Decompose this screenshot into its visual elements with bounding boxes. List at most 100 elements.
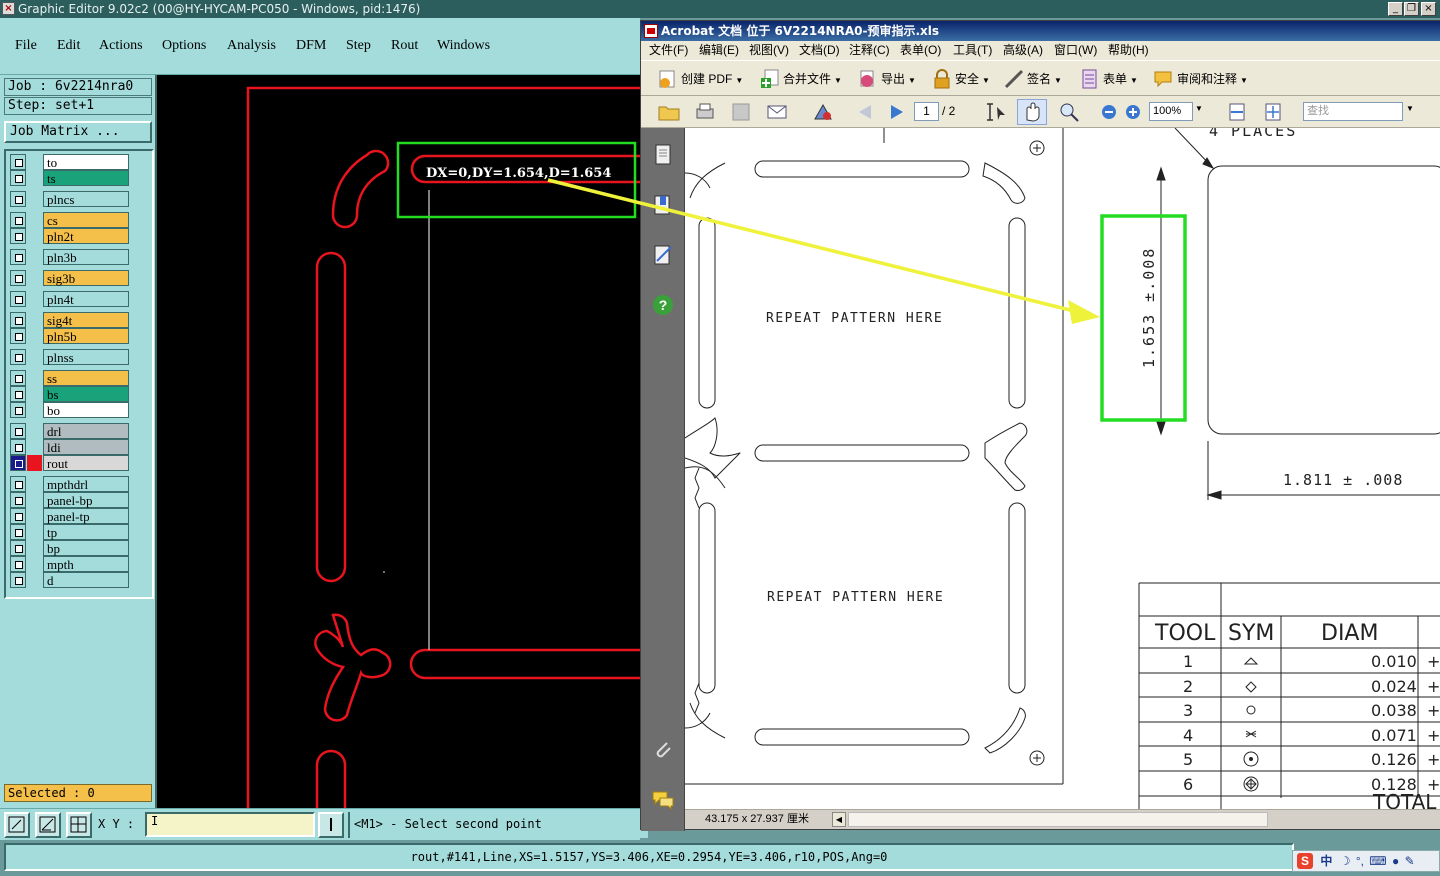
layer-name[interactable]: cs bbox=[43, 212, 129, 228]
layer-row-pln2t[interactable]: pln2t bbox=[10, 228, 134, 244]
zoom-level-input[interactable]: 100% bbox=[1149, 102, 1193, 121]
comments-icon[interactable] bbox=[651, 788, 675, 812]
snap-button[interactable] bbox=[66, 812, 92, 838]
print-icon[interactable] bbox=[693, 101, 717, 123]
color-tool-icon[interactable] bbox=[811, 101, 835, 123]
minimize-icon[interactable]: _ bbox=[1388, 2, 1403, 16]
layer-checkbox[interactable] bbox=[10, 212, 26, 228]
layer-name[interactable]: ldi bbox=[43, 439, 129, 455]
signatures-icon[interactable] bbox=[651, 243, 675, 267]
layer-display-swatch[interactable] bbox=[27, 270, 42, 286]
layer-row-sig3b[interactable]: sig3b bbox=[10, 270, 134, 286]
ime-toolbar[interactable]: S 中 ☽ °, ⌨ ● ✎ bbox=[1292, 850, 1440, 872]
layer-row-ldi[interactable]: ldi bbox=[10, 439, 134, 455]
find-input[interactable]: 查找 bbox=[1303, 102, 1403, 121]
acro-menu-file[interactable]: 文件(F) bbox=[649, 41, 688, 60]
layer-name[interactable]: pln2t bbox=[43, 228, 129, 244]
layer-checkbox[interactable] bbox=[10, 291, 26, 307]
layer-display-swatch[interactable] bbox=[27, 191, 42, 207]
menu-windows[interactable]: Windows bbox=[437, 38, 490, 54]
layer-checkbox[interactable] bbox=[10, 154, 26, 170]
acro-menu-document[interactable]: 文档(D) bbox=[799, 41, 840, 60]
layer-checkbox[interactable] bbox=[10, 455, 26, 471]
layer-checkbox[interactable] bbox=[10, 386, 26, 402]
email-icon[interactable] bbox=[765, 101, 789, 123]
layer-checkbox[interactable] bbox=[10, 402, 26, 418]
acro-menu-tools[interactable]: 工具(T) bbox=[953, 41, 992, 60]
acro-menu-window[interactable]: 窗口(W) bbox=[1054, 41, 1097, 60]
layer-row-ts[interactable]: ts bbox=[10, 170, 134, 186]
page-number-input[interactable]: 1 bbox=[914, 102, 939, 121]
layer-name[interactable]: mpth bbox=[43, 556, 129, 572]
layer-row-pln5b[interactable]: pln5b bbox=[10, 328, 134, 344]
layer-name[interactable]: bs bbox=[43, 386, 129, 402]
menu-dfm[interactable]: DFM bbox=[296, 38, 326, 54]
layer-name[interactable]: rout bbox=[43, 455, 129, 471]
review-comment-button[interactable]: 审阅和注释 ▼ bbox=[1151, 69, 1248, 89]
forms-button[interactable]: 表单 ▼ bbox=[1077, 69, 1138, 89]
pdf-document-view[interactable]: REPEAT PATTERN HERE REPEAT PATTERN HERE … bbox=[685, 128, 1440, 809]
layer-display-swatch[interactable] bbox=[27, 508, 42, 524]
layer-row-d[interactable]: d bbox=[10, 572, 134, 588]
layer-display-swatch[interactable] bbox=[27, 476, 42, 492]
info-button[interactable] bbox=[318, 812, 344, 838]
sign-button[interactable]: 签名 ▼ bbox=[1001, 69, 1062, 89]
layer-display-swatch[interactable] bbox=[27, 349, 42, 365]
layer-display-swatch[interactable] bbox=[27, 540, 42, 556]
acro-menu-view[interactable]: 视图(V) bbox=[749, 41, 789, 60]
layer-row-mpth[interactable]: mpth bbox=[10, 556, 134, 572]
layer-name[interactable]: pln5b bbox=[43, 328, 129, 344]
layer-display-swatch[interactable] bbox=[27, 439, 42, 455]
combine-files-button[interactable]: 合并文件 ▼ bbox=[757, 69, 842, 89]
layer-name[interactable]: panel-tp bbox=[43, 508, 129, 524]
measure-button[interactable] bbox=[35, 812, 61, 838]
acro-menu-comments[interactable]: 注释(C) bbox=[849, 41, 890, 60]
security-button[interactable]: 安全 ▼ bbox=[929, 69, 990, 89]
zoom-fit-button[interactable] bbox=[4, 812, 30, 838]
layer-name[interactable]: plncs bbox=[43, 191, 129, 207]
select-text-icon[interactable] bbox=[985, 101, 1009, 123]
find-dropdown-icon[interactable]: ▼ bbox=[1406, 104, 1414, 113]
create-pdf-button[interactable]: 创建 PDF ▼ bbox=[655, 69, 743, 89]
layer-display-swatch[interactable] bbox=[27, 423, 42, 439]
layer-checkbox[interactable] bbox=[10, 312, 26, 328]
layer-display-swatch[interactable] bbox=[27, 170, 42, 186]
layer-row-bo[interactable]: bo bbox=[10, 402, 134, 418]
layer-name[interactable]: d bbox=[43, 572, 129, 588]
layer-name[interactable]: pln4t bbox=[43, 291, 129, 307]
bookmarks-icon[interactable] bbox=[651, 193, 675, 217]
next-page-icon[interactable] bbox=[885, 101, 909, 123]
layer-display-swatch[interactable] bbox=[27, 228, 42, 244]
layer-row-tp[interactable]: tp bbox=[10, 524, 134, 540]
layer-checkbox[interactable] bbox=[10, 492, 26, 508]
menu-rout[interactable]: Rout bbox=[391, 38, 418, 54]
ime-mode-label[interactable]: 中 bbox=[1320, 854, 1332, 868]
layer-checkbox[interactable] bbox=[10, 439, 26, 455]
layer-row-pln3b[interactable]: pln3b bbox=[10, 249, 134, 265]
layer-row-ss[interactable]: ss bbox=[10, 370, 134, 386]
menu-file[interactable]: File bbox=[15, 38, 37, 54]
layer-row-cs[interactable]: cs bbox=[10, 212, 134, 228]
previous-page-icon[interactable] bbox=[853, 101, 877, 123]
layer-row-panel-tp[interactable]: panel-tp bbox=[10, 508, 134, 524]
layer-checkbox[interactable] bbox=[10, 170, 26, 186]
menu-options[interactable]: Options bbox=[162, 38, 206, 54]
layer-display-swatch[interactable] bbox=[27, 455, 42, 471]
layer-row-plnss[interactable]: plnss bbox=[10, 349, 134, 365]
layer-display-swatch[interactable] bbox=[27, 249, 42, 265]
layer-name[interactable]: pln3b bbox=[43, 249, 129, 265]
layer-row-rout[interactable]: rout bbox=[10, 455, 134, 471]
layer-row-to[interactable]: to bbox=[10, 154, 134, 170]
layer-display-swatch[interactable] bbox=[27, 492, 42, 508]
layer-name[interactable]: drl bbox=[43, 423, 129, 439]
layer-name[interactable]: sig4t bbox=[43, 312, 129, 328]
layer-row-plncs[interactable]: plncs bbox=[10, 191, 134, 207]
layer-row-pln4t[interactable]: pln4t bbox=[10, 291, 134, 307]
layer-name[interactable]: mpthdrl bbox=[43, 476, 129, 492]
layer-display-swatch[interactable] bbox=[27, 386, 42, 402]
attachment-icon[interactable] bbox=[651, 738, 675, 762]
scroll-left-icon[interactable]: ◀ bbox=[832, 812, 846, 827]
job-matrix-button[interactable]: Job Matrix ... bbox=[4, 121, 152, 143]
zoom-in-icon[interactable] bbox=[1121, 101, 1145, 123]
layer-display-swatch[interactable] bbox=[27, 524, 42, 540]
